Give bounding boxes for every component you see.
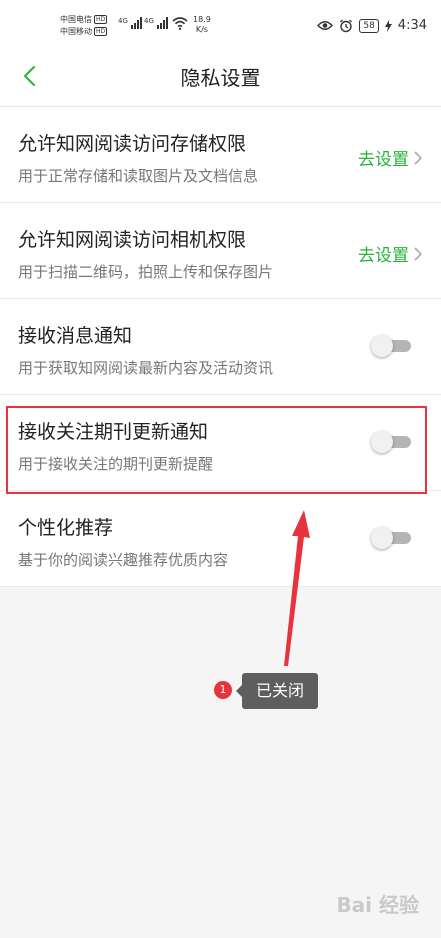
- settings-list: 允许知网阅读访问存储权限 用于正常存储和读取图片及文档信息 去设置 允许知网阅读…: [0, 107, 441, 587]
- network-speed: 18.9 K/s: [193, 15, 211, 35]
- setting-description: 用于正常存储和读取图片及文档信息: [18, 167, 259, 185]
- chevron-right-icon: [414, 150, 423, 165]
- carrier-info: 中国电信 HD 中国移动 HD: [60, 14, 108, 38]
- camera-settings-button[interactable]: 去设置: [358, 241, 423, 266]
- action-label: 去设置: [358, 150, 409, 170]
- network-type-2: 4G: [144, 17, 154, 25]
- personalized-recommendation-toggle[interactable]: [371, 527, 411, 549]
- setting-description: 用于扫描二维码，拍照上传和保存图片: [18, 263, 274, 281]
- setting-description: 基于你的阅读兴趣推荐优质内容: [18, 551, 229, 569]
- alarm-icon: [340, 19, 353, 32]
- message-notification-toggle[interactable]: [371, 335, 411, 357]
- toggle-knob: [371, 335, 393, 357]
- setting-title: 接收关注期刊更新通知: [18, 421, 209, 443]
- setting-description: 用于接收关注的期刊更新提醒: [18, 455, 214, 473]
- signal-1-icon: 4G: [118, 17, 143, 29]
- baidu-watermark: Bai 经验: [336, 889, 419, 918]
- toggle-knob: [371, 431, 393, 453]
- annotation-badge: 1: [214, 681, 232, 699]
- hd-badge-2: HD: [94, 27, 108, 36]
- signal-2-icon: 4G: [144, 17, 169, 29]
- action-label: 去设置: [358, 246, 409, 266]
- hd-badge-1: HD: [94, 15, 108, 24]
- speed-unit: K/s: [195, 25, 208, 34]
- setting-title: 允许知网阅读访问存储权限: [18, 133, 247, 155]
- setting-row-personalized-recommendation: 个性化推荐 基于你的阅读兴趣推荐优质内容: [0, 491, 441, 587]
- page-title: 隐私设置: [180, 66, 261, 90]
- annotation-tooltip: 已关闭: [236, 673, 318, 709]
- status-bar: 中国电信 HD 中国移动 HD 4G 4G 18.9 K/s 58 4:34: [0, 0, 441, 46]
- setting-title: 接收消息通知: [18, 325, 133, 347]
- setting-description: 用于获取知网阅读最新内容及活动资讯: [18, 359, 274, 377]
- carrier-2: 中国移动: [60, 27, 92, 36]
- eye-icon: [317, 21, 334, 30]
- clock: 4:34: [397, 18, 427, 33]
- watermark-text: Bai 经验: [336, 893, 419, 917]
- setting-row-journal-update-notification: 接收关注期刊更新通知 用于接收关注的期刊更新提醒: [0, 395, 441, 491]
- setting-row-storage-permission[interactable]: 允许知网阅读访问存储权限 用于正常存储和读取图片及文档信息 去设置: [0, 107, 441, 203]
- toggle-knob: [371, 527, 393, 549]
- wifi-icon: [172, 17, 188, 30]
- storage-settings-button[interactable]: 去设置: [358, 145, 423, 170]
- setting-row-camera-permission[interactable]: 允许知网阅读访问相机权限 用于扫描二维码，拍照上传和保存图片 去设置: [0, 203, 441, 299]
- setting-title: 允许知网阅读访问相机权限: [18, 229, 247, 251]
- setting-title: 个性化推荐: [18, 517, 114, 539]
- journal-update-toggle[interactable]: [371, 431, 411, 453]
- charging-icon: [384, 19, 392, 32]
- battery-indicator: 58: [359, 18, 379, 33]
- chevron-right-icon: [414, 246, 423, 261]
- setting-row-message-notification: 接收消息通知 用于获取知网阅读最新内容及活动资讯: [0, 299, 441, 395]
- speed-value: 18.9: [193, 15, 211, 24]
- app-header: 隐私设置: [0, 46, 441, 107]
- carrier-1: 中国电信: [60, 15, 92, 24]
- network-type-1: 4G: [118, 17, 128, 25]
- status-right: 58 4:34: [317, 18, 427, 33]
